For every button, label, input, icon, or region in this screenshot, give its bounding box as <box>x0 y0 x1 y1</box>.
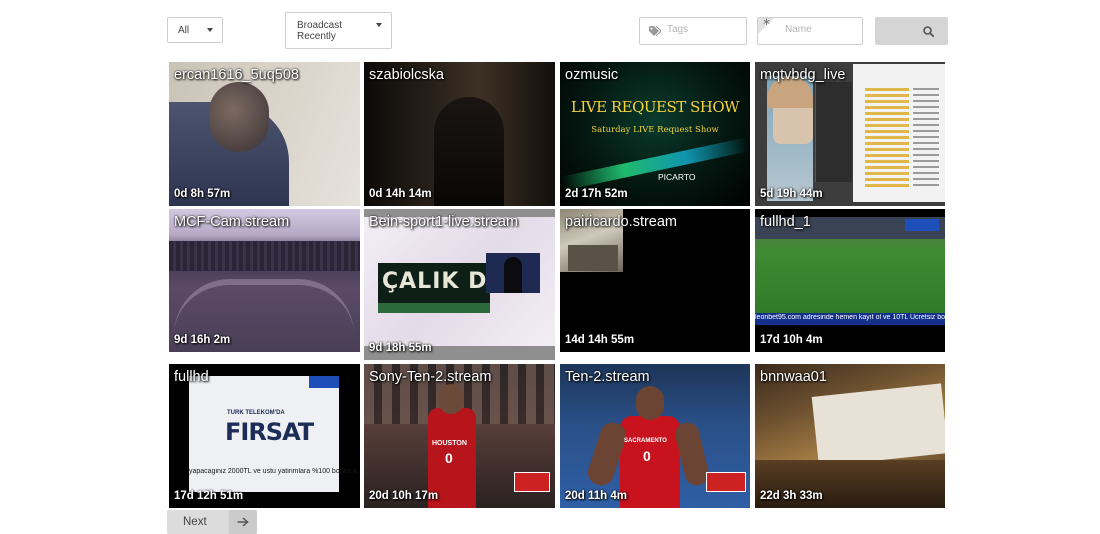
arrow-right-icon <box>237 517 249 527</box>
stream-tile[interactable]: HOUSTON 0 Sony-Ten-2.stream 20d 10h 17m <box>364 364 555 508</box>
stream-duration: 17d 12h 51m <box>174 490 244 502</box>
type-filter-select[interactable]: All <box>167 17 223 43</box>
stream-thumbnail <box>364 62 555 206</box>
stream-tile[interactable]: mqtvbdg_live 5d 19h 44m <box>755 62 945 206</box>
jersey-number: 0 <box>643 448 651 464</box>
stream-thumbnail: TURK TELEKOM'DA FIRSAT yapacaginiz 2000T… <box>169 364 360 508</box>
stream-name: mqtvbdg_live <box>760 67 846 83</box>
stream-duration: 20d 11h 4m <box>565 490 628 502</box>
overlay-line1: TURK TELEKOM'DA <box>227 410 285 416</box>
stream-duration: 2d 17h 52m <box>565 188 628 200</box>
stream-duration: 0d 14h 14m <box>369 188 432 200</box>
overlay-subtitle: Saturday LIVE Request Show <box>591 125 719 135</box>
stream-tile[interactable]: bnnwaa01 22d 3h 33m <box>755 364 945 508</box>
stream-duration: 9d 18h 55m <box>369 342 432 354</box>
stream-tile[interactable]: SACRAMENTO 0 Ten-2.stream 20d 11h 4m <box>560 364 750 508</box>
stream-tile[interactable]: pairicardo.stream 14d 14h 55m <box>560 209 750 352</box>
jersey-team: HOUSTON <box>432 440 467 447</box>
stream-tile[interactable]: MCF-Cam.stream 9d 16h 2m <box>169 209 360 352</box>
stream-duration: 0d 8h 57m <box>174 188 231 200</box>
stream-name: Bein-sport1-live.stream <box>369 214 519 230</box>
overlay-ticker: leonbet95.com adresinde hemen kayıt ol v… <box>755 314 945 321</box>
sort-order-select[interactable]: Broadcast Recently <box>285 12 392 49</box>
overlay-brand: PICARTO <box>658 172 696 182</box>
stream-thumbnail: ÇALIK DEN <box>364 217 555 346</box>
stream-thumbnail <box>560 209 750 352</box>
stream-duration: 22d 3h 33m <box>760 490 823 502</box>
stream-name: fullhd <box>174 369 209 385</box>
stream-name: fullhd_1 <box>760 214 811 230</box>
stream-name: MCF-Cam.stream <box>174 214 290 230</box>
sort-order-line2: Recently <box>297 31 336 42</box>
stream-duration: 9d 16h 2m <box>174 334 231 346</box>
jersey-number: 0 <box>445 450 453 466</box>
stream-duration: 14d 14h 55m <box>565 334 635 346</box>
stream-name: szabiolcska <box>369 67 444 83</box>
stream-thumbnail <box>755 364 945 508</box>
stream-duration: 5d 19h 44m <box>760 188 823 200</box>
caret-down-icon <box>376 23 382 27</box>
stream-thumbnail <box>169 209 360 352</box>
asterisk-icon: * <box>763 17 770 33</box>
overlay-big: FIRSAT <box>225 418 314 446</box>
jersey-team: SACRAMENTO <box>624 438 667 444</box>
next-page-label: Next <box>183 516 207 528</box>
stream-tile[interactable]: ercan1616_5uq508 0d 8h 57m <box>169 62 360 206</box>
tag-icon <box>649 26 661 36</box>
tags-input[interactable] <box>667 24 737 35</box>
stream-thumbnail: leonbet95.com adresinde hemen kayıt ol v… <box>755 209 945 352</box>
overlay-ticker: yapacaginiz 2000TL ve ustu yatirimlara %… <box>189 468 357 475</box>
stream-name: ozmusic <box>565 67 619 83</box>
name-input[interactable] <box>785 24 855 35</box>
next-page-button[interactable]: Next <box>167 510 257 534</box>
search-button[interactable] <box>875 17 948 45</box>
stream-tile[interactable]: ÇALIK DEN Bein-sport1-live.stream 9d 18h… <box>364 209 555 360</box>
caret-down-icon <box>207 28 213 32</box>
stream-name: ercan1616_5uq508 <box>174 67 299 83</box>
stream-name: pairicardo.stream <box>565 214 678 230</box>
stream-name: bnnwaa01 <box>760 369 827 385</box>
stream-duration: 17d 10h 4m <box>760 334 823 346</box>
type-filter-value: All <box>178 24 190 36</box>
stream-tile[interactable]: LIVE REQUEST SHOW Saturday LIVE Request … <box>560 62 750 206</box>
arrow-right-area <box>229 510 257 534</box>
search-icon <box>923 26 934 37</box>
stream-tile[interactable]: szabiolcska 0d 14h 14m <box>364 62 555 206</box>
stream-tile[interactable]: leonbet95.com adresinde hemen kayıt ol v… <box>755 209 945 352</box>
stream-thumbnail <box>755 62 945 206</box>
overlay-title: LIVE REQUEST SHOW <box>570 98 740 116</box>
stream-thumbnail: SACRAMENTO 0 <box>560 364 750 508</box>
tags-field[interactable] <box>639 17 747 45</box>
stream-tile[interactable]: TURK TELEKOM'DA FIRSAT yapacaginiz 2000T… <box>169 364 360 508</box>
name-field[interactable]: * <box>757 17 863 45</box>
stream-thumbnail: LIVE REQUEST SHOW Saturday LIVE Request … <box>560 62 750 206</box>
stream-duration: 20d 10h 17m <box>369 490 439 502</box>
stream-thumbnail <box>169 62 360 206</box>
stream-thumbnail: HOUSTON 0 <box>364 364 555 508</box>
stream-name: Sony-Ten-2.stream <box>369 369 492 385</box>
stream-name: Ten-2.stream <box>565 369 650 385</box>
